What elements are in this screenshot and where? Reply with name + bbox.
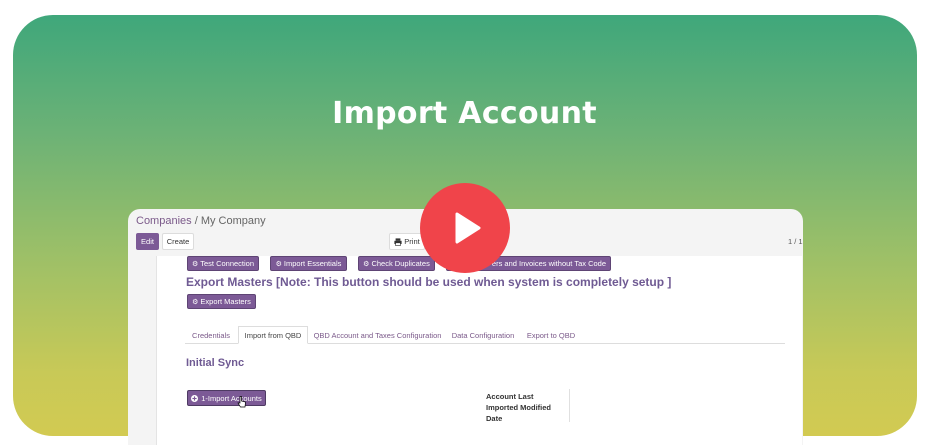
gear-icon: ⚙ [191, 260, 199, 268]
gear-icon: ⚙ [192, 298, 199, 306]
create-button[interactable]: Create [162, 233, 194, 250]
breadcrumb-separator: / [194, 215, 198, 227]
export-masters-button[interactable]: ⚙ Export Masters [187, 294, 256, 309]
edit-button[interactable]: Edit [136, 233, 159, 250]
tab-export-to-qbd[interactable]: Export to QBD [521, 326, 581, 344]
print-button[interactable]: Print [389, 233, 425, 250]
test-connection-button[interactable]: ⚙ Test Connection [187, 256, 259, 271]
plus-circle-icon [191, 394, 199, 402]
notebook-tabs: Credentials Import from QBD QBD Account … [185, 326, 785, 344]
play-button[interactable] [420, 183, 510, 273]
export-masters-heading: Export Masters [Note: This button should… [186, 275, 672, 289]
breadcrumb-parent[interactable]: Companies [136, 215, 192, 227]
breadcrumb-current: My Company [200, 215, 266, 227]
print-icon [394, 237, 402, 246]
import-accounts-button[interactable]: 1-Import Accounts [187, 390, 266, 406]
check-duplicates-button[interactable]: ⚙ Check Duplicates [358, 256, 435, 271]
gear-icon: ⚙ [363, 260, 370, 268]
print-label: Print [404, 237, 420, 246]
tab-import-from-qbd[interactable]: Import from QBD [238, 326, 308, 344]
banner-title: Import Account [332, 96, 597, 131]
tab-credentials[interactable]: Credentials [185, 326, 237, 344]
pointer-cursor-icon [237, 396, 246, 408]
tab-qbd-account-taxes-config[interactable]: QBD Account and Taxes Configuration [310, 326, 445, 344]
pager: 1 / 1 [788, 237, 803, 246]
initial-sync-heading: Initial Sync [186, 357, 245, 369]
form-sheet: ⚙ Test Connection ⚙ Import Essentials ⚙ … [156, 256, 802, 445]
field-divider [569, 389, 570, 422]
gear-icon: ⚙ [275, 260, 282, 268]
breadcrumb: Companies / My Company [136, 215, 266, 227]
play-icon [455, 212, 481, 244]
tab-data-configuration[interactable]: Data Configuration [447, 326, 519, 344]
import-essentials-button[interactable]: ⚙ Import Essentials [270, 256, 347, 271]
account-last-imported-label: Account Last Imported Modified Date [486, 392, 551, 423]
